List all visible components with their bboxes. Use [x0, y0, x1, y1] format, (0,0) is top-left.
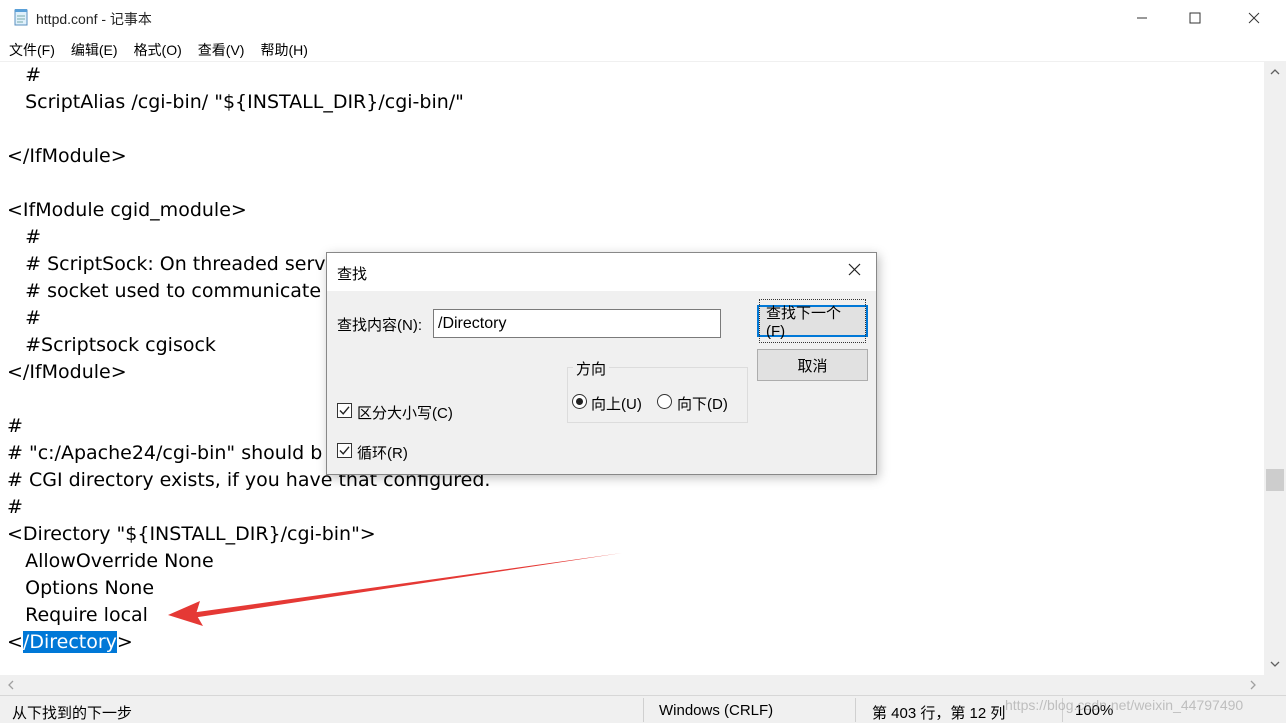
- menu-view[interactable]: 查看(V): [189, 38, 252, 60]
- text-line: </IfModule>: [7, 361, 127, 383]
- status-position: 第 403 行，第 12 列: [872, 705, 1006, 722]
- scrollbar-corner: [1264, 675, 1286, 695]
- text-line: #: [7, 64, 42, 86]
- direction-down-label[interactable]: 向下(D): [677, 393, 728, 414]
- direction-up-label[interactable]: 向上(U): [591, 393, 642, 414]
- scroll-right-icon[interactable]: [1242, 674, 1264, 696]
- status-divider: [855, 698, 856, 722]
- menu-bar: 文件(F) 编辑(E) 格式(O) 查看(V) 帮助(H): [0, 38, 315, 60]
- title-bar: httpd.conf - 记事本: [0, 0, 1286, 36]
- menu-edit[interactable]: 编辑(E): [62, 38, 125, 60]
- text-line: Options None: [7, 577, 155, 599]
- status-encoding: Windows (CRLF): [659, 702, 774, 719]
- text-line: <Directory "${INSTALL_DIR}/cgi-bin">: [7, 523, 376, 545]
- minimize-button[interactable]: [1112, 0, 1172, 36]
- match-case-label[interactable]: 区分大小写(C): [357, 402, 453, 423]
- text-line: ScriptAlias /cgi-bin/ "${INSTALL_DIR}/cg…: [7, 91, 464, 113]
- text-line: # ScriptSock: On threaded serv: [7, 253, 326, 275]
- scroll-left-icon[interactable]: [0, 674, 22, 696]
- find-what-label: 查找内容(N):: [337, 317, 422, 334]
- close-icon: [848, 263, 861, 281]
- maximize-icon: [1189, 12, 1201, 24]
- scroll-down-icon[interactable]: [1264, 653, 1286, 675]
- status-message: 从下找到的下一步: [12, 705, 133, 722]
- text-after-selection: >: [116, 631, 133, 653]
- vertical-scrollbar[interactable]: [1264, 61, 1286, 675]
- radio-selected-dot: [576, 398, 583, 405]
- text-line-current: </Directory>: [7, 629, 133, 656]
- scroll-up-icon[interactable]: [1264, 61, 1286, 83]
- status-divider: [643, 698, 644, 722]
- selected-text: /Directory: [22, 631, 117, 653]
- notepad-icon: [12, 8, 30, 26]
- text-line: </IfModule>: [7, 145, 127, 167]
- find-what-input[interactable]: [433, 309, 721, 338]
- match-case-checkbox[interactable]: [337, 403, 352, 418]
- wrap-around-label[interactable]: 循环(R): [357, 442, 408, 463]
- maximize-button[interactable]: [1165, 0, 1225, 36]
- horizontal-scrollbar[interactable]: [0, 675, 1264, 695]
- menu-help[interactable]: 帮助(H): [251, 38, 314, 60]
- text-line: #: [7, 496, 23, 518]
- direction-up-radio[interactable]: [572, 394, 587, 409]
- direction-group-label: 方向: [573, 358, 610, 379]
- menu-format[interactable]: 格式(O): [125, 38, 189, 60]
- menu-file[interactable]: 文件(F): [0, 38, 62, 60]
- text-line: #: [7, 226, 42, 248]
- text-line: #: [7, 415, 23, 437]
- wrap-around-checkbox[interactable]: [337, 443, 352, 458]
- cancel-button[interactable]: 取消: [757, 349, 868, 381]
- close-icon: [1248, 12, 1260, 24]
- find-dialog-close-button[interactable]: [839, 258, 869, 286]
- text-line: # socket used to communicate: [7, 280, 322, 302]
- text-line: AllowOverride None: [7, 550, 214, 572]
- direction-down-radio[interactable]: [657, 394, 672, 409]
- close-button[interactable]: [1224, 0, 1284, 36]
- find-dialog: 查找 查找内容(N): 查找下一个(F) 取消 方向 向上(U) 向下(D) 区…: [326, 252, 877, 475]
- find-next-label: 查找下一个(F): [759, 299, 866, 343]
- text-line: Require local: [7, 604, 148, 626]
- find-dialog-title-bar[interactable]: 查找: [327, 253, 876, 291]
- checkmark-icon: [339, 406, 350, 415]
- minimize-icon: [1136, 12, 1148, 24]
- find-dialog-title: 查找: [337, 266, 368, 283]
- find-next-button[interactable]: 查找下一个(F): [757, 299, 868, 343]
- text-line: #: [7, 307, 42, 329]
- window-title: httpd.conf - 记事本: [36, 11, 152, 27]
- text-before-selection: <: [7, 631, 23, 653]
- text-line: # "c:/Apache24/cgi-bin" should b: [7, 442, 323, 464]
- cancel-label: 取消: [797, 357, 828, 375]
- checkmark-icon: [339, 446, 350, 455]
- watermark-text: https://blog.csdn.net/weixin_44797490: [1005, 697, 1244, 713]
- vertical-scroll-thumb[interactable]: [1266, 469, 1284, 491]
- text-line: <IfModule cgid_module>: [7, 199, 247, 221]
- text-line: #Scriptsock cgisock: [7, 334, 216, 356]
